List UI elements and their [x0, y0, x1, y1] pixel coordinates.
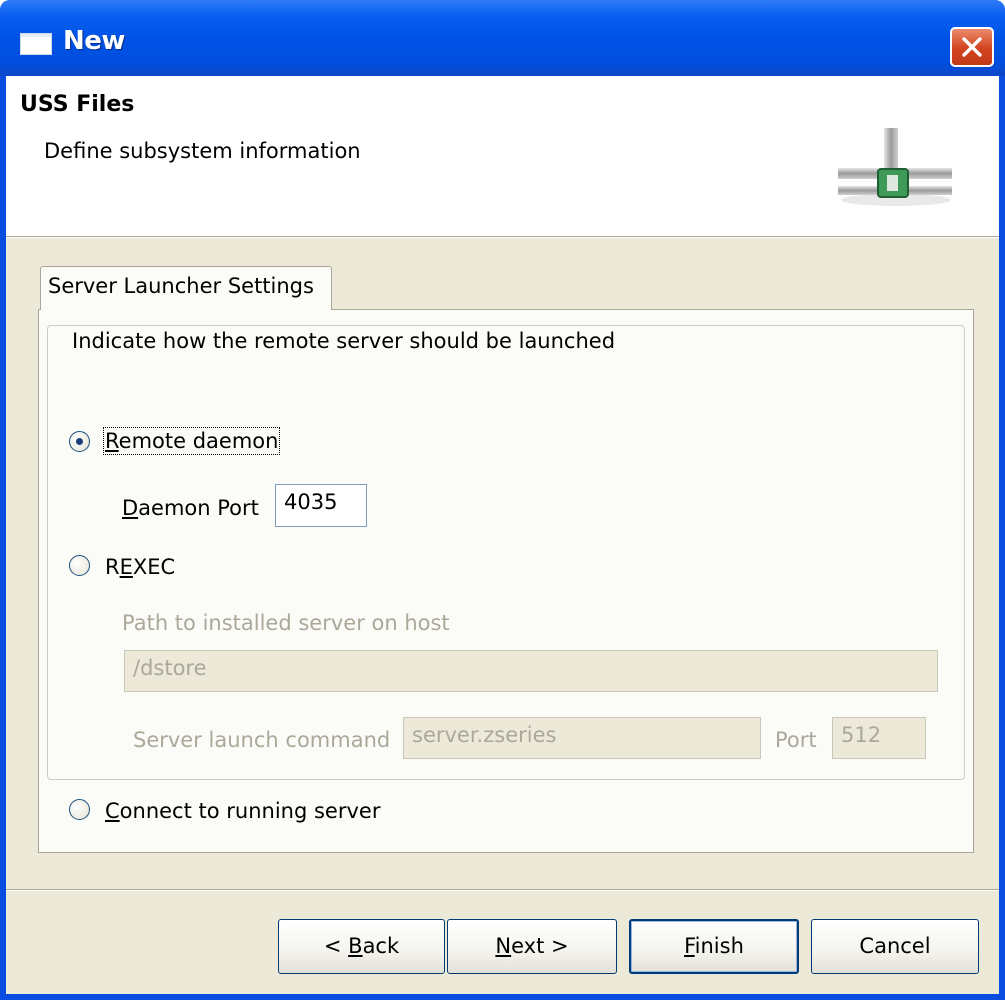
connect-running-server-radio[interactable]	[69, 799, 90, 820]
rexec-label-first: R	[105, 555, 120, 579]
back-label: <	[323, 934, 349, 958]
group-legend: Indicate how the remote server should be…	[68, 329, 620, 353]
path-input[interactable]: /dstore	[124, 650, 938, 692]
next-label-rest: ext >	[511, 934, 569, 958]
back-button[interactable]: < Back	[278, 919, 445, 974]
launch-method-group: Indicate how the remote server should be…	[47, 325, 965, 780]
path-label: Path to installed server on host	[122, 611, 450, 635]
rexec-mnemonic: E	[119, 555, 133, 579]
wizard-banner: USS Files Define subsystem information	[6, 76, 999, 237]
daemon-port-input[interactable]: 4035	[275, 484, 367, 527]
rexec-label[interactable]: REXEC	[105, 555, 175, 579]
port-input[interactable]: 512	[832, 717, 926, 759]
connect-running-server-label[interactable]: Connect to running server	[105, 799, 380, 823]
connect-label-rest: onnect to running server	[119, 799, 381, 823]
server-launch-command-label: Server launch command	[133, 728, 391, 752]
button-separator	[6, 889, 999, 891]
rexec-label-rest: XEC	[132, 555, 176, 579]
dialog-window: New USS Files Define subsystem informati…	[0, 0, 1005, 1000]
daemon-port-mnemonic: D	[122, 496, 139, 520]
dialog-client-area: USS Files Define subsystem information S…	[6, 76, 999, 994]
network-connector-icon	[838, 128, 952, 206]
banner-title: USS Files	[20, 92, 135, 117]
close-x-icon	[962, 37, 982, 57]
remote-daemon-radio[interactable]	[69, 431, 90, 452]
window-icon	[20, 33, 52, 55]
daemon-port-label-rest: aemon Port	[138, 496, 259, 520]
finish-mnemonic: F	[684, 934, 695, 958]
daemon-port-label: Daemon Port	[122, 496, 259, 520]
close-button[interactable]	[950, 27, 994, 67]
finish-label-rest: inish	[694, 934, 744, 958]
back-label-rest: ack	[362, 934, 400, 958]
title-bar[interactable]: New	[0, 0, 1005, 76]
connect-mnemonic: C	[105, 799, 120, 823]
banner-description: Define subsystem information	[44, 139, 361, 163]
port-label: Port	[775, 728, 817, 752]
rexec-radio[interactable]	[69, 555, 90, 576]
tab-panel: Indicate how the remote server should be…	[38, 309, 974, 853]
back-mnemonic: B	[348, 934, 363, 958]
server-launch-command-input[interactable]: server.zseries	[403, 717, 761, 759]
next-mnemonic: N	[495, 934, 512, 958]
remote-daemon-mnemonic: R	[105, 429, 119, 453]
tab-label: Server Launcher Settings	[48, 274, 314, 298]
window-title: New	[63, 26, 125, 56]
remote-daemon-label-rest: emote daemon	[118, 429, 279, 453]
finish-button[interactable]: Finish	[629, 919, 799, 974]
tab-server-launcher-settings[interactable]: Server Launcher Settings	[40, 266, 332, 310]
next-button[interactable]: Next >	[447, 919, 617, 974]
remote-daemon-label[interactable]: Remote daemon	[102, 427, 281, 455]
cancel-button[interactable]: Cancel	[811, 919, 979, 974]
